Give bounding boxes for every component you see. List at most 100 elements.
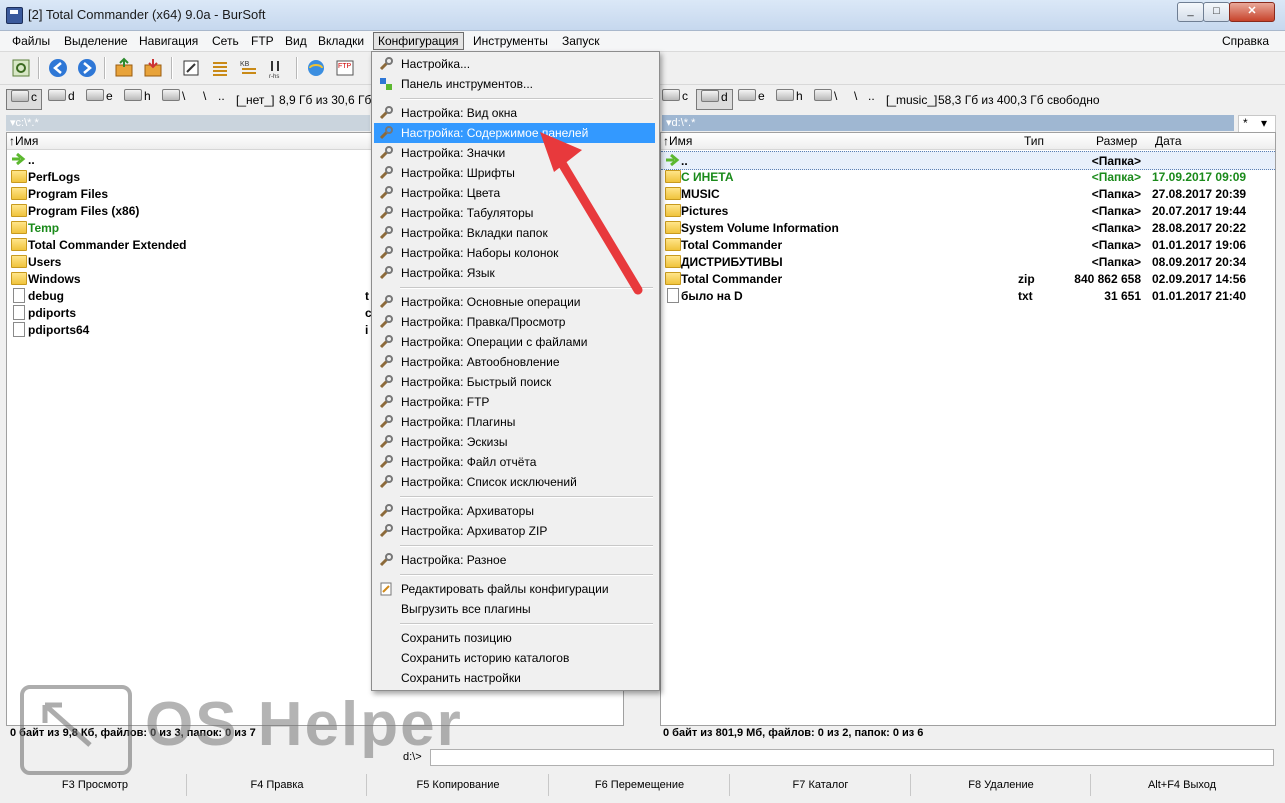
right-drive-d[interactable]: d bbox=[696, 89, 733, 110]
wrench-icon bbox=[379, 355, 393, 369]
left-drive-e[interactable]: e bbox=[86, 89, 113, 108]
left-drive-h[interactable]: h bbox=[124, 89, 151, 108]
right-drive-network[interactable]: \ bbox=[814, 89, 837, 108]
left-path-bar[interactable]: ▾c:\*.* bbox=[6, 115, 370, 131]
menu-files[interactable]: Файлы bbox=[12, 34, 50, 48]
right-filter-button[interactable]: * ▾ bbox=[1238, 115, 1276, 133]
menu-item[interactable]: Настройка: Файл отчёта bbox=[374, 452, 655, 472]
file-type: zip bbox=[1018, 272, 1035, 286]
menu-help[interactable]: Справка bbox=[1222, 34, 1269, 48]
left-up-button[interactable]: .. bbox=[218, 89, 225, 108]
menu-item[interactable]: Сохранить историю каталогов bbox=[374, 648, 655, 668]
menu-item[interactable]: Сохранить позицию bbox=[374, 628, 655, 648]
right-drive-e[interactable]: e bbox=[738, 89, 765, 108]
menu-item-label: Настройка: Файл отчёта bbox=[401, 455, 537, 469]
right-col-size[interactable]: Размер bbox=[1096, 134, 1137, 148]
right-status: 0 байт из 801,9 Мб, файлов: 0 из 2, папо… bbox=[663, 727, 924, 739]
left-root-button[interactable]: \ bbox=[203, 89, 206, 108]
left-drive-c[interactable]: c bbox=[6, 89, 42, 110]
menu-item[interactable]: Настройка: Архиватор ZIP bbox=[374, 521, 655, 541]
unpack-icon[interactable] bbox=[142, 57, 164, 79]
drive-icon bbox=[11, 90, 29, 102]
menu-item[interactable]: Панель инструментов... bbox=[374, 74, 655, 94]
menu-tabs[interactable]: Вкладки bbox=[318, 34, 364, 48]
browser-icon[interactable] bbox=[305, 57, 327, 79]
menu-item[interactable]: Настройка: Разное bbox=[374, 550, 655, 570]
menu-view[interactable]: Вид bbox=[285, 34, 307, 48]
wrench-icon bbox=[379, 186, 393, 200]
table-row[interactable]: System Volume Information <Папка> 28.08.20… bbox=[661, 219, 1275, 236]
compare-icon[interactable]: r-hs bbox=[267, 57, 289, 80]
file-icon bbox=[13, 322, 25, 337]
left-drive-d[interactable]: d bbox=[48, 89, 75, 108]
close-button[interactable]: ✕ bbox=[1229, 2, 1275, 22]
menu-item[interactable]: Настройка: Список исключений bbox=[374, 472, 655, 492]
menu-item[interactable]: Сохранить настройки bbox=[374, 668, 655, 688]
list-icon[interactable] bbox=[209, 57, 231, 79]
menu-item[interactable]: Настройка: Автообновление bbox=[374, 352, 655, 372]
menu-item[interactable]: Настройка: Быстрый поиск bbox=[374, 372, 655, 392]
menu-item[interactable]: Настройка: Эскизы bbox=[374, 432, 655, 452]
table-row[interactable]: было на D txt 31 651 01.01.2017 21:40 bbox=[661, 287, 1275, 304]
f3-view-button[interactable]: F3 Просмотр bbox=[4, 774, 186, 796]
right-col-type[interactable]: Тип bbox=[1024, 134, 1044, 148]
menu-tools[interactable]: Инструменты bbox=[473, 34, 548, 48]
right-path-bar[interactable]: ▾d:\*.* bbox=[662, 115, 1234, 131]
drive-icon bbox=[701, 90, 719, 102]
file-name: Users bbox=[28, 255, 62, 269]
table-row[interactable]: ДИСТРИБУТИВЫ <Папка> 08.09.2017 20:34 bbox=[661, 253, 1275, 270]
menu-bar: Файлы Выделение Навигация Сеть FTP Вид В… bbox=[0, 31, 1285, 52]
menu-item[interactable]: Настройка... bbox=[374, 54, 655, 74]
menu-item-label: Настройка: Значки bbox=[401, 146, 506, 160]
right-drive-h[interactable]: h bbox=[776, 89, 803, 108]
drive-icon bbox=[86, 89, 104, 101]
back-icon[interactable] bbox=[47, 57, 69, 79]
menu-item[interactable]: Выгрузить все плагины bbox=[374, 599, 655, 619]
menu-network[interactable]: Сеть bbox=[212, 34, 239, 48]
menu-ftp[interactable]: FTP bbox=[251, 34, 274, 48]
edit-icon[interactable] bbox=[180, 57, 202, 79]
menu-item[interactable]: Настройка: Архиваторы bbox=[374, 501, 655, 521]
f6-move-button[interactable]: F6 Перемещение bbox=[548, 774, 730, 796]
menu-item[interactable]: Редактировать файлы конфигурации bbox=[374, 579, 655, 599]
menu-item-label: Настройка: Шрифты bbox=[401, 166, 515, 180]
f5-copy-button[interactable]: F5 Копирование bbox=[366, 774, 549, 796]
maximize-button[interactable]: □ bbox=[1203, 2, 1230, 22]
menu-navigation[interactable]: Навигация bbox=[139, 34, 198, 48]
left-col-name[interactable]: ↑Имя bbox=[9, 134, 38, 148]
menu-configuration[interactable]: Конфигурация bbox=[373, 32, 464, 50]
pack-icon[interactable] bbox=[113, 57, 135, 79]
menu-selection[interactable]: Выделение bbox=[64, 34, 128, 48]
table-row[interactable]: MUSIC <Папка> 27.08.2017 20:39 bbox=[661, 185, 1275, 202]
f7-mkdir-button[interactable]: F7 Каталог bbox=[729, 774, 911, 796]
menu-launch[interactable]: Запуск bbox=[562, 34, 600, 48]
table-row[interactable]: Total Commander <Папка> 01.01.2017 19:06 bbox=[661, 236, 1275, 253]
right-drive-c[interactable]: c bbox=[662, 89, 688, 108]
alt-f4-exit-button[interactable]: Alt+F4 Выход bbox=[1090, 774, 1273, 796]
f4-edit-button[interactable]: F4 Правка bbox=[186, 774, 367, 796]
menu-item[interactable]: Настройка: FTP bbox=[374, 392, 655, 412]
right-root-button[interactable]: \ bbox=[854, 89, 857, 108]
file-name: PerfLogs bbox=[28, 170, 81, 184]
f8-delete-button[interactable]: F8 Удаление bbox=[910, 774, 1091, 796]
forward-icon[interactable] bbox=[76, 57, 98, 79]
refresh-icon[interactable] bbox=[10, 57, 32, 79]
menu-item[interactable]: Настройка: Правка/Просмотр bbox=[374, 312, 655, 332]
menu-item[interactable]: Настройка: Операции с файлами bbox=[374, 332, 655, 352]
table-row[interactable]: Pictures <Папка> 20.07.2017 19:44 bbox=[661, 202, 1275, 219]
drive-icon bbox=[738, 89, 756, 101]
right-up-button[interactable]: .. bbox=[868, 89, 875, 108]
chevron-down-icon: ▾ bbox=[1261, 116, 1268, 130]
table-row[interactable]: Total Commander zip 840 862 658 02.09.2017 … bbox=[661, 270, 1275, 287]
left-drive-network[interactable]: \ bbox=[162, 89, 185, 108]
menu-item[interactable]: Настройка: Плагины bbox=[374, 412, 655, 432]
table-row[interactable]: С ИНЕТА <Папка> 17.09.2017 09:09 bbox=[661, 168, 1275, 185]
command-input[interactable] bbox=[430, 749, 1274, 766]
right-col-name[interactable]: ↑Имя bbox=[663, 134, 692, 148]
wrench-icon bbox=[379, 246, 393, 260]
right-col-date[interactable]: Дата bbox=[1155, 134, 1182, 148]
minimize-button[interactable]: _ bbox=[1177, 2, 1204, 22]
ftp-icon[interactable]: FTP bbox=[334, 57, 356, 79]
size-icon[interactable]: KB bbox=[238, 57, 260, 79]
right-file-panel[interactable]: ↑Имя Тип Размер Дата .. <Папка> С ИНЕТА <Па… bbox=[660, 132, 1276, 726]
